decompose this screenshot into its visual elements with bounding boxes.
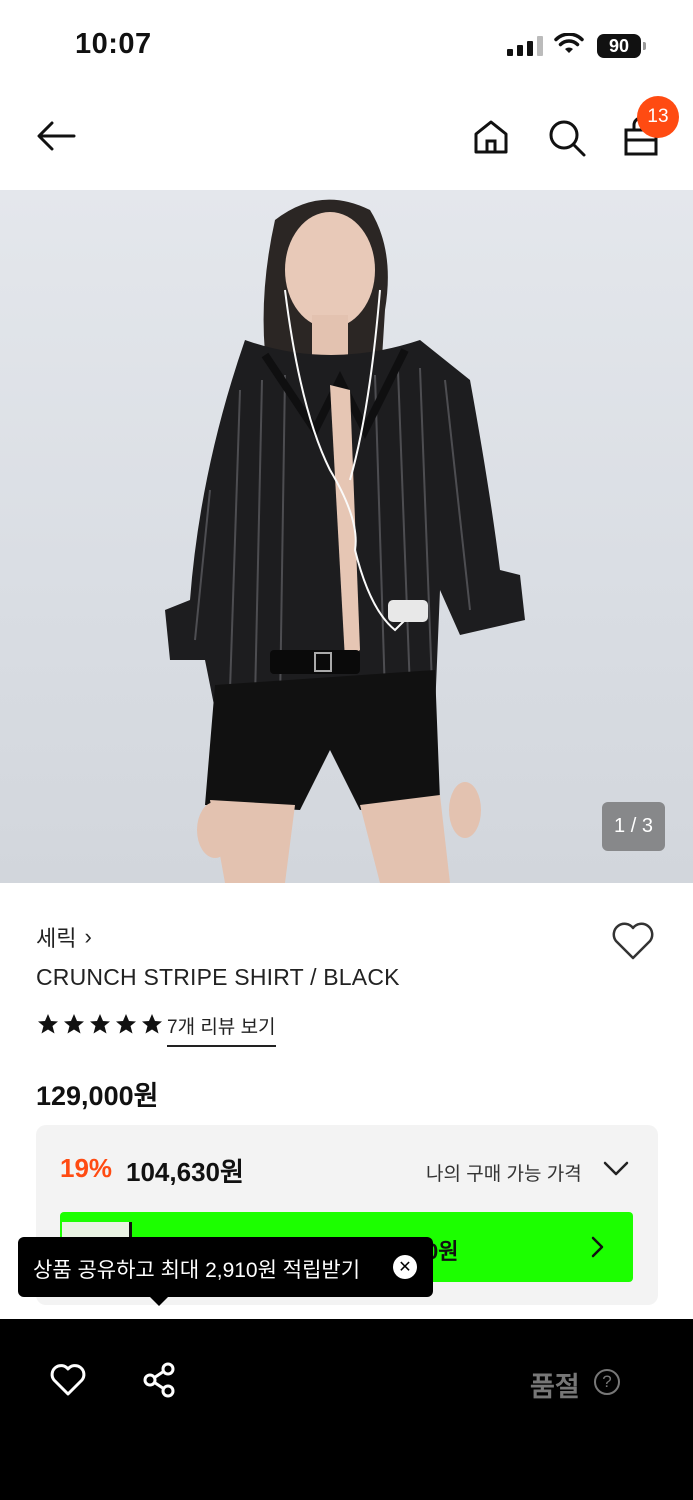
home-icon[interactable] <box>471 117 511 157</box>
arrow-left-icon[interactable] <box>34 118 78 154</box>
star-icon <box>64 1014 84 1034</box>
signal-icon <box>507 36 543 56</box>
bottom-action-bar: 품절 ? <box>0 1319 693 1500</box>
product-photo-illustration <box>165 199 525 883</box>
star-icon <box>116 1014 136 1034</box>
discount-percent: 19% <box>60 1153 113 1183</box>
star-icon <box>90 1014 110 1034</box>
tooltip-tail <box>149 1296 169 1306</box>
chevron-down-icon[interactable] <box>602 1159 630 1179</box>
soldout-label: 품절 <box>530 1372 580 1402</box>
close-icon[interactable]: ✕ <box>393 1255 417 1279</box>
heart-icon[interactable] <box>49 1362 87 1398</box>
star-icon <box>142 1014 162 1034</box>
brand-name: 세릭 <box>36 926 77 951</box>
product-name: CRUNCH STRIPE SHIRT / BLACK <box>36 964 400 990</box>
tooltip-text: 상품 공유하고 최대 2,910원 적립받기 <box>33 1259 361 1282</box>
share-reward-tooltip: 상품 공유하고 최대 2,910원 적립받기 ✕ <box>18 1237 433 1306</box>
rating-stars <box>36 1012 164 1036</box>
wishlist-heart-icon[interactable] <box>610 920 656 962</box>
star-icon <box>38 1014 58 1034</box>
image-counter: 1 / 3 <box>602 802 665 851</box>
help-icon[interactable]: ? <box>594 1369 620 1395</box>
sale-price: 104,630원 <box>126 1157 244 1187</box>
share-icon[interactable] <box>141 1361 177 1399</box>
product-image[interactable] <box>0 190 693 883</box>
original-price: 129,000원 <box>36 1081 159 1111</box>
review-link[interactable]: 7개 리뷰 보기 <box>167 1012 276 1047</box>
status-bar: 10:07 90 <box>0 0 693 90</box>
battery-tip <box>643 42 646 50</box>
battery-indicator: 90 <box>597 34 641 58</box>
chevron-right-icon <box>591 1236 604 1258</box>
search-icon[interactable] <box>546 117 588 159</box>
chevron-right-icon: › <box>84 924 92 949</box>
my-price-toggle[interactable]: 나의 구매 가능 가격 <box>426 1159 582 1186</box>
cart-count-badge: 13 <box>637 96 679 138</box>
top-nav: 13 <box>0 90 693 190</box>
status-time: 10:07 <box>75 28 152 60</box>
wifi-icon <box>554 33 584 53</box>
brand-link[interactable]: 세릭 › <box>36 921 92 953</box>
